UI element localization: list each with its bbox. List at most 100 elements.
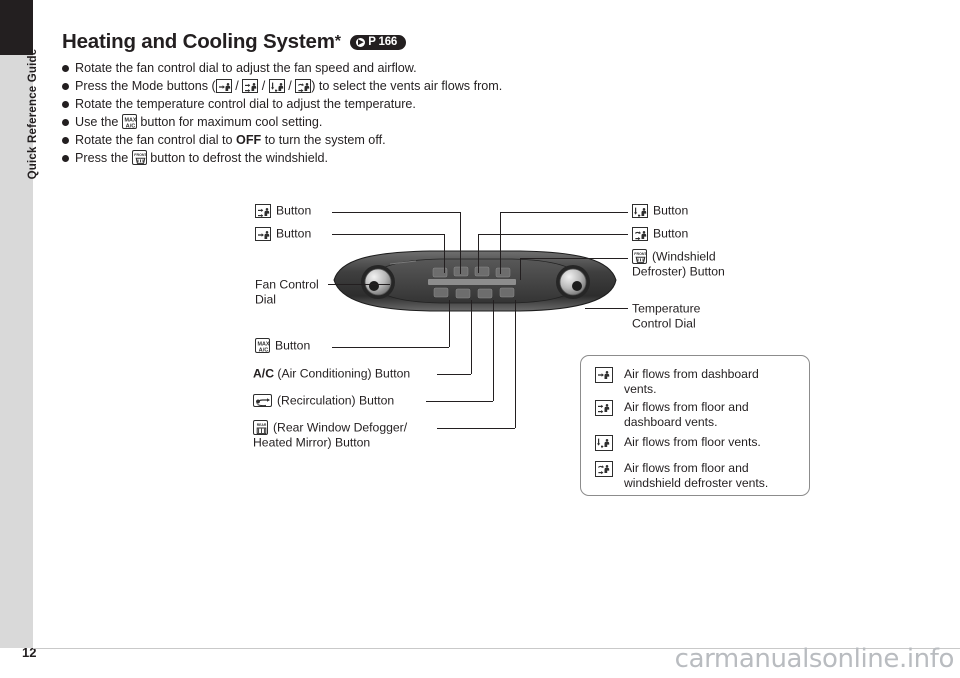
instruction-text: Use the MAX A/C button for maximum cool s… [75, 114, 323, 130]
rear-defogger-icon: REAR [253, 420, 268, 436]
callout-windshield-defroster-button: FRONT (Windshield Defroster) Button [632, 249, 725, 280]
instruction-text: Rotate the fan control dial to adjust th… [75, 61, 417, 75]
page-reference-badge[interactable]: ▶ P 166 [350, 35, 407, 50]
callout-label: Button [276, 226, 312, 241]
leader-line [437, 428, 515, 429]
svg-text:REAR: REAR [257, 423, 267, 427]
leader-line [500, 212, 501, 274]
leader-line [449, 300, 450, 347]
callout-label: Fan Control [255, 277, 319, 292]
leader-line [332, 347, 449, 348]
instruction-item-fan-dial: Rotate the fan control dial to adjust th… [62, 60, 762, 77]
instruction-item-max-ac: Use the MAX A/C button for maximum cool s… [62, 114, 762, 131]
legend-item: Air flows from floor vents. [595, 435, 761, 451]
callout-label: (Windshield [652, 249, 716, 264]
bullet-icon [62, 65, 69, 72]
page-reference-label: P 166 [368, 36, 398, 48]
svg-text:MAX: MAX [258, 342, 270, 348]
leader-line [515, 300, 516, 428]
callout-label: Heated Mirror) Button [253, 435, 371, 450]
page-title-asterisk: * [334, 33, 341, 50]
legend-item-text: Air flows from floor and windshield defro… [624, 461, 769, 490]
instruction-list: Rotate the fan control dial to adjust th… [62, 60, 762, 168]
instruction-text: Rotate the temperature control dial to a… [75, 97, 416, 111]
max-ac-icon: MAX A/C [255, 338, 270, 354]
leader-line [520, 258, 628, 259]
leader-line [585, 308, 628, 309]
emphasis-text: OFF [236, 133, 262, 147]
mode-floor-dashboard-vent-icon [595, 400, 613, 416]
leader-line [493, 300, 494, 401]
instruction-item-temp-dial: Rotate the temperature control dial to a… [62, 96, 762, 113]
mode-floor-vent-icon [595, 435, 613, 451]
max-ac-icon: MAX A/C [121, 114, 137, 130]
callout-label: Button [653, 203, 689, 218]
legend-item-text: Air flows from dashboard vents. [624, 367, 759, 396]
leader-line [460, 212, 461, 274]
front-defroster-icon: FRONT [131, 150, 147, 165]
leader-line [478, 234, 479, 273]
callout-rear-defogger-button: REAR (Rear Window Defogger/Heated Mirror)… [253, 420, 407, 451]
callout-max-ac-button: MAX A/C Button [255, 338, 310, 354]
arrow-right-icon: ▶ [356, 38, 366, 47]
callout-label: (Recirculation) Button [277, 393, 395, 408]
svg-text:FRONT: FRONT [634, 252, 647, 256]
callout-label: (Rear Window Defogger/ [273, 420, 408, 435]
legend-item: Air flows from floor and dashboard vents. [595, 400, 749, 430]
mode-dashboard-vent-icon [595, 367, 613, 383]
climate-control-panel-illustration [333, 250, 617, 312]
sidebar-label: Quick Reference Guide [27, 48, 39, 180]
mode-floor-dashboard-vent-icon [255, 203, 271, 218]
callout-mode-floor-dashboard-button: Button [255, 203, 311, 218]
mode-dashboard-vent-icon [255, 226, 271, 241]
svg-text:A/C: A/C [259, 348, 269, 354]
leader-line [500, 212, 628, 213]
recirculation-icon [253, 394, 272, 408]
page-title-text: Heating and Cooling System [62, 30, 335, 53]
watermark-text: carmanualsonline.info [674, 644, 955, 674]
callout-label: Defroster) Button [632, 264, 725, 279]
callout-mode-floor-defroster-button: Button [632, 226, 688, 241]
instruction-text: Press the FRONT button to defrost the wi… [75, 150, 329, 165]
leader-line [478, 234, 628, 235]
legend-item: Air flows from dashboard vents. [595, 367, 759, 397]
instruction-item-defrost: Press the FRONT button to defrost the wi… [62, 150, 762, 167]
leader-line [444, 234, 445, 273]
airflow-legend: Air flows from dashboard vents. Air flows … [580, 355, 810, 496]
leader-line [426, 401, 493, 402]
leader-line [332, 234, 444, 235]
callout-ac-button: A/C (Air Conditioning) Button [253, 366, 410, 381]
instruction-text: Press the Mode buttons ( / / / ) to sele… [75, 79, 503, 93]
mode-floor-vent-icon [632, 203, 648, 218]
svg-text:A/C: A/C [126, 124, 136, 130]
page-title: Heating and Cooling System* ▶ P 166 [62, 30, 407, 54]
callout-fan-control-dial: Fan Control Dial [255, 277, 319, 308]
instruction-text: Rotate the fan control dial to OFF to tu… [75, 133, 386, 147]
mode-floor-dashboard-vent-icon [242, 79, 259, 93]
leader-line [471, 300, 472, 374]
leader-line [520, 258, 521, 280]
leader-line [328, 284, 390, 285]
mode-floor-vent-icon [268, 79, 285, 93]
callout-label: Dial [255, 292, 276, 307]
mode-floor-defroster-vent-icon [632, 226, 648, 241]
leader-line [332, 212, 460, 213]
callout-recirculation-button: (Recirculation) Button [253, 393, 394, 408]
mode-floor-defroster-vent-icon [595, 461, 613, 477]
callout-temperature-control-dial: Temperature Control Dial [632, 301, 700, 332]
leader-line [437, 374, 471, 375]
mode-floor-defroster-vent-icon [295, 79, 312, 93]
callout-mode-floor-button: Button [632, 203, 688, 218]
callout-label: Button [653, 226, 689, 241]
bullet-icon [62, 119, 69, 126]
legend-item: Air flows from floor and windshield defro… [595, 461, 768, 491]
front-defroster-icon: FRONT [632, 249, 647, 265]
callout-mode-dashboard-button: Button [255, 226, 311, 241]
legend-item-text: Air flows from floor and dashboard vents. [624, 400, 749, 429]
instruction-item-mode-buttons: Press the Mode buttons ( / / / ) to sele… [62, 78, 762, 95]
bullet-icon [62, 101, 69, 108]
bullet-icon [62, 83, 69, 90]
callout-label-emphasis: A/C [253, 366, 274, 381]
callout-label: Control Dial [632, 316, 696, 331]
bullet-icon [62, 155, 69, 162]
